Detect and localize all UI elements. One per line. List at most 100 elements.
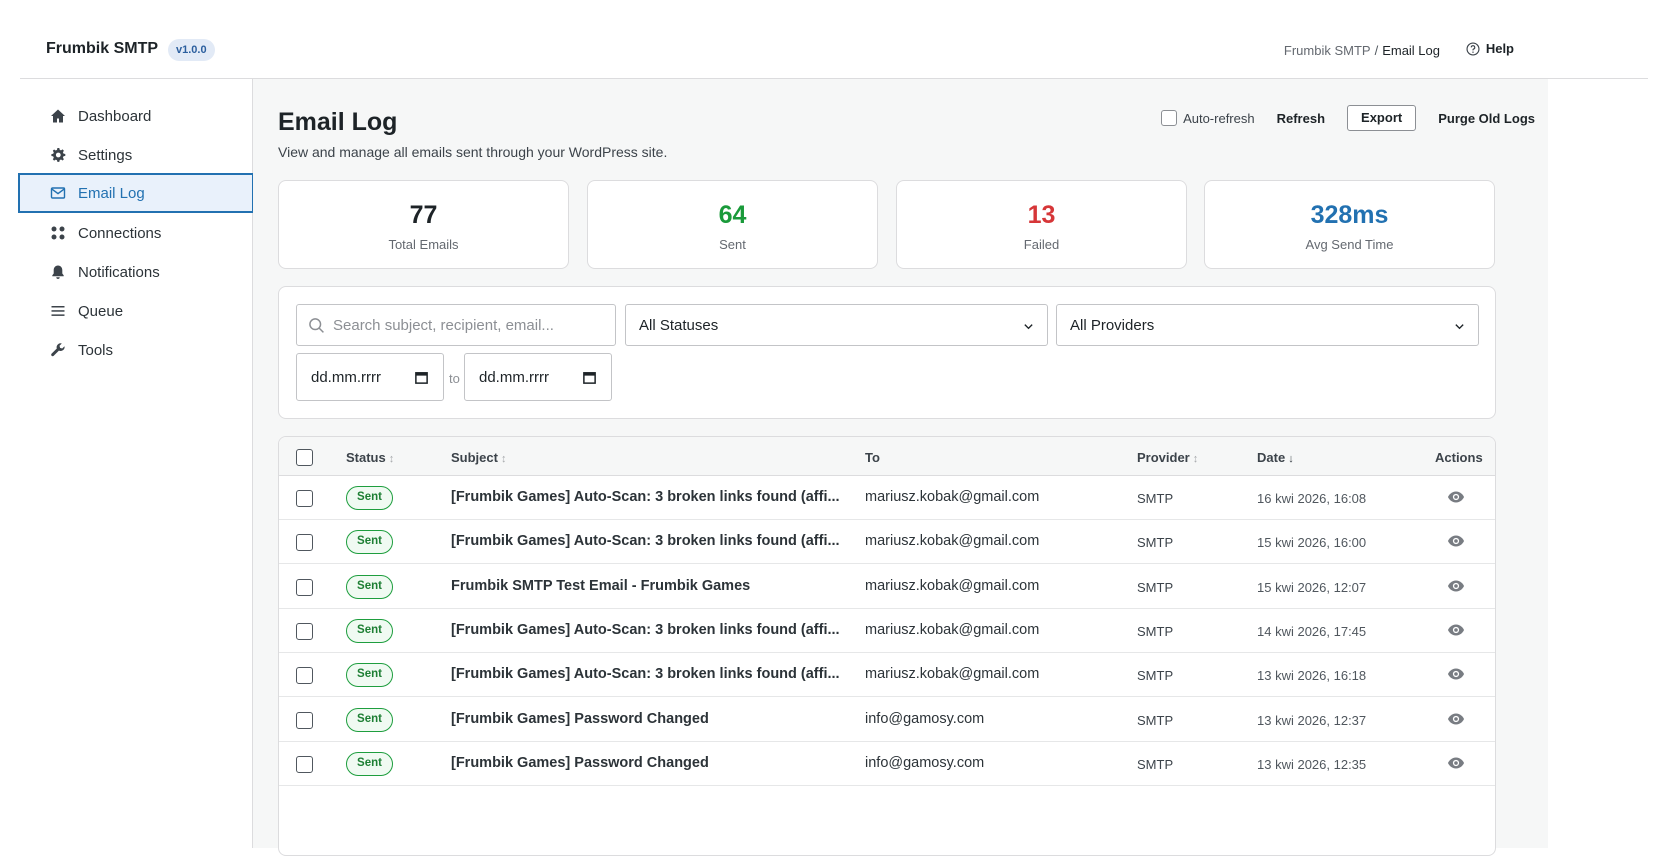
chevron-down-icon <box>1024 324 1033 330</box>
view-eye-icon[interactable] <box>1447 579 1465 593</box>
email-date: 15 kwi 2026, 12:07 <box>1257 579 1367 595</box>
sidebar-item-label: Tools <box>78 341 114 359</box>
help-link[interactable]: Help <box>1466 41 1514 56</box>
column-label: Subject <box>451 450 498 465</box>
sidebar-item-queue[interactable]: Queue <box>20 291 253 331</box>
table-row[interactable]: Sent [Frumbik Games] Auto-Scan: 3 broken … <box>279 476 1495 520</box>
date-range-to-label: to <box>449 371 460 386</box>
sidebar: Dashboard Settings Email Log Connections… <box>18 79 254 848</box>
calendar-icon[interactable] <box>582 370 597 385</box>
breadcrumb: Frumbik SMTP / Email Log <box>1284 43 1440 58</box>
table-row[interactable]: Sent [Frumbik Games] Auto-Scan: 3 broken … <box>279 653 1495 698</box>
table-row[interactable]: Sent [Frumbik Games] Password Changed info… <box>279 698 1495 742</box>
email-provider: SMTP <box>1137 579 1174 595</box>
sidebar-item-label: Connections <box>78 224 162 242</box>
app: Frumbik SMTP v1.0.0 Frumbik SMTP / Email L… <box>18 18 1648 856</box>
stat-label: Avg Send Time <box>1305 237 1394 252</box>
row-checkbox[interactable] <box>296 711 313 729</box>
export-button[interactable]: Export <box>1347 105 1417 131</box>
view-eye-icon[interactable] <box>1447 490 1465 504</box>
date-to-input[interactable]: dd.mm.rrrr <box>464 353 612 401</box>
stat-card-avg-time: 328ms Avg Send Time <box>1204 180 1495 269</box>
row-checkbox[interactable] <box>296 622 313 640</box>
email-recipient: mariusz.kobak@gmail.com <box>865 577 1040 594</box>
email-recipient: info@gamosy.com <box>865 710 985 727</box>
header-actions: Auto-refresh Refresh Export Purge Old Lo… <box>1161 105 1535 131</box>
email-subject[interactable]: [Frumbik Games] Auto-Scan: 3 broken link… <box>451 533 840 549</box>
calendar-icon[interactable] <box>414 370 429 385</box>
auto-refresh-toggle[interactable]: Auto-refresh <box>1161 110 1255 126</box>
column-header-subject[interactable]: Subject ↕ <box>451 450 506 465</box>
stat-value: 13 <box>1027 201 1056 229</box>
sidebar-item-dashboard[interactable]: Dashboard <box>20 96 253 136</box>
email-date: 16 kwi 2026, 16:08 <box>1257 491 1367 506</box>
row-checkbox[interactable] <box>296 490 313 507</box>
row-checkbox[interactable] <box>296 578 313 596</box>
date-to-value: dd.mm.rrrr <box>479 368 549 386</box>
sort-icon: ↕ <box>1192 453 1199 465</box>
sidebar-item-notifications[interactable]: Notifications <box>20 252 253 292</box>
column-header-provider[interactable]: Provider ↕ <box>1137 450 1198 465</box>
column-header-status[interactable]: Status ↕ <box>346 450 394 465</box>
refresh-button[interactable]: Refresh <box>1277 111 1325 126</box>
email-subject[interactable]: [Frumbik Games] Password Changed <box>451 711 709 727</box>
connections-icon <box>51 226 65 240</box>
email-recipient: mariusz.kobak@gmail.com <box>865 489 1040 505</box>
stat-label: Sent <box>719 237 746 252</box>
email-subject[interactable]: [Frumbik Games] Auto-Scan: 3 broken link… <box>451 666 840 682</box>
email-subject[interactable]: [Frumbik Games] Auto-Scan: 3 broken link… <box>451 622 840 638</box>
email-subject[interactable]: Frumbik SMTP Test Email - Frumbik Games <box>451 578 750 594</box>
sort-icon: ↕ <box>500 453 507 465</box>
auto-refresh-checkbox[interactable] <box>1161 110 1178 126</box>
view-eye-icon[interactable] <box>1447 712 1465 726</box>
select-all-checkbox[interactable] <box>296 449 313 466</box>
home-icon <box>51 109 65 123</box>
email-provider: SMTP <box>1137 668 1174 684</box>
page-title: Email Log <box>278 108 398 136</box>
breadcrumb-root[interactable]: Frumbik SMTP <box>1284 43 1371 58</box>
stat-label: Failed <box>1023 237 1060 252</box>
view-eye-icon[interactable] <box>1447 534 1465 548</box>
help-label: Help <box>1485 41 1514 56</box>
email-date: 13 kwi 2026, 12:37 <box>1257 712 1367 728</box>
row-checkbox[interactable] <box>296 667 313 685</box>
sidebar-item-connections[interactable]: Connections <box>20 213 253 253</box>
email-subject[interactable]: [Frumbik Games] Password Changed <box>451 755 709 771</box>
email-recipient: mariusz.kobak@gmail.com <box>865 621 1040 638</box>
search-input[interactable]: Search subject, recipient, email... <box>296 304 616 346</box>
email-subject[interactable]: [Frumbik Games] Auto-Scan: 3 broken link… <box>451 489 840 505</box>
column-header-to: To <box>865 450 880 465</box>
date-from-input[interactable]: dd.mm.rrrr <box>296 353 444 401</box>
email-provider: SMTP <box>1137 535 1174 551</box>
view-eye-icon[interactable] <box>1447 756 1465 770</box>
status-select[interactable]: All Statuses <box>625 304 1048 346</box>
search-icon <box>309 318 324 333</box>
view-eye-icon[interactable] <box>1447 623 1465 637</box>
row-checkbox[interactable] <box>296 755 313 773</box>
table-row[interactable]: Sent Frumbik SMTP Test Email - Frumbik Ga… <box>279 565 1495 609</box>
help-icon <box>1466 41 1480 56</box>
breadcrumb-separator: / <box>1374 43 1379 58</box>
filters-panel: Search subject, recipient, email... All … <box>278 286 1496 419</box>
status-badge: Sent <box>346 707 393 732</box>
sidebar-item-email-log[interactable]: Email Log <box>18 173 254 213</box>
status-badge: Sent <box>346 574 393 599</box>
brand-title: Frumbik SMTP <box>46 40 159 57</box>
row-checkbox[interactable] <box>296 534 313 552</box>
sidebar-item-tools[interactable]: Tools <box>20 330 253 370</box>
purge-logs-button[interactable]: Purge Old Logs <box>1438 111 1535 126</box>
table-row[interactable]: Sent [Frumbik Games] Auto-Scan: 3 broken … <box>279 609 1495 653</box>
bell-icon <box>52 265 64 279</box>
sidebar-item-settings[interactable]: Settings <box>20 135 253 175</box>
auto-refresh-label: Auto-refresh <box>1183 110 1255 126</box>
sort-desc-icon: ↓ <box>1288 453 1294 465</box>
column-header-date[interactable]: Date ↓ <box>1257 450 1294 465</box>
stats-row: 77 Total Emails 64 Sent 13 Failed 328ms … <box>278 180 1496 269</box>
table-row[interactable]: Sent [Frumbik Games] Auto-Scan: 3 broken … <box>279 520 1495 565</box>
email-recipient: mariusz.kobak@gmail.com <box>865 533 1040 550</box>
stat-card-sent: 64 Sent <box>587 180 878 269</box>
table-row[interactable]: Sent [Frumbik Games] Password Changed info… <box>279 742 1495 786</box>
column-header-actions: Actions <box>1435 450 1483 465</box>
view-eye-icon[interactable] <box>1447 667 1465 681</box>
provider-select[interactable]: All Providers <box>1056 304 1479 346</box>
